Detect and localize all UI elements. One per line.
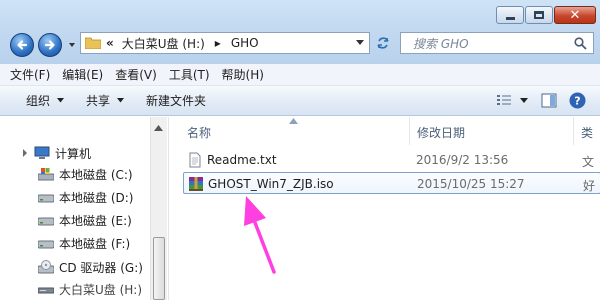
tree-item-label: 大白菜U盘 (H:) <box>59 282 143 297</box>
scroll-up-icon[interactable] <box>154 125 163 131</box>
hard-drive-icon <box>38 194 54 203</box>
file-name: GHOST_Win7_ZJB.iso <box>208 177 334 191</box>
menu-edit[interactable]: 编辑(E) <box>62 66 103 83</box>
hard-drive-icon <box>38 217 54 226</box>
refresh-button[interactable] <box>372 33 394 53</box>
details-view-icon <box>497 94 511 105</box>
navigation-pane: 计算机 本地磁盘 (C:) 本地磁盘 (D:) 本地磁盘 (E:) 本地磁盘 (… <box>0 117 165 300</box>
winrar-archive-icon <box>189 177 203 191</box>
tree-item-label: 计算机 <box>55 146 92 161</box>
tree-item-drive-f[interactable]: 本地磁盘 (F:) <box>38 233 130 253</box>
column-type[interactable]: 类 <box>581 124 593 141</box>
column-name[interactable]: 名称 <box>187 124 211 141</box>
back-button[interactable] <box>10 33 34 57</box>
tree-item-label: 本地磁盘 (D:) <box>59 190 134 205</box>
search-placeholder: 搜索 GHO <box>413 36 469 51</box>
share-label: 共享 <box>86 94 111 108</box>
new-folder-button[interactable]: 新建文件夹 <box>146 92 206 109</box>
recent-pages-dropdown[interactable] <box>68 41 76 49</box>
tree-item-drive-d[interactable]: 本地磁盘 (D:) <box>38 187 133 207</box>
search-input[interactable]: 搜索 GHO <box>400 32 594 54</box>
view-controls: ? <box>484 92 586 109</box>
system-drive-icon <box>38 168 54 181</box>
address-segment-folder[interactable]: GHO <box>231 36 259 50</box>
address-overflow-chevron[interactable]: « <box>106 36 114 50</box>
organize-button[interactable]: 组织 <box>26 92 65 109</box>
menu-tools[interactable]: 工具(T) <box>169 66 210 83</box>
menu-help[interactable]: 帮助(H) <box>222 66 264 83</box>
address-segment-drive[interactable]: 大白菜U盘 (H:) <box>122 35 205 52</box>
tree-item-label: 本地磁盘 (E:) <box>59 213 132 228</box>
file-type: 文 <box>582 155 595 169</box>
file-row-selected[interactable]: GHOST_Win7_ZJB.iso 2015/10/25 15:27 好 <box>183 172 600 194</box>
share-button[interactable]: 共享 <box>86 92 125 109</box>
preview-pane-icon <box>541 93 557 108</box>
window-controls: ✕ <box>495 6 596 24</box>
sort-ascending-icon <box>289 118 298 124</box>
preview-pane-button[interactable] <box>541 93 557 108</box>
hard-drive-icon <box>38 240 54 249</box>
file-name: Readme.txt <box>207 153 277 167</box>
svg-text:?: ? <box>574 95 580 108</box>
text-file-icon <box>189 152 201 168</box>
tree-item-label: CD 驱动器 (G:) <box>59 260 143 275</box>
change-view-button[interactable] <box>496 94 529 108</box>
maximize-icon <box>534 11 544 19</box>
tree-item-drive-g[interactable]: CD 驱动器 (G:) <box>38 257 143 277</box>
navigation-scrollbar[interactable] <box>150 117 167 300</box>
new-folder-label: 新建文件夹 <box>146 94 207 108</box>
refresh-icon <box>377 37 389 49</box>
help-icon: ? <box>569 92 586 109</box>
chevron-down-icon[interactable] <box>520 97 529 104</box>
minimize-icon <box>505 16 515 20</box>
address-bar[interactable]: « 大白菜U盘 (H:) ▸ GHO <box>80 32 370 54</box>
chevron-down-icon <box>117 98 125 103</box>
column-modified[interactable]: 修改日期 <box>417 124 465 141</box>
tree-item-label: 本地磁盘 (F:) <box>59 236 131 251</box>
usb-drive-icon <box>38 287 54 294</box>
file-list-pane: 名称 修改日期 类 Readme.txt 2016/9/2 13:56 文 GH… <box>168 117 600 300</box>
maximize-button[interactable] <box>525 6 553 24</box>
column-divider[interactable] <box>573 117 574 145</box>
scrollbar-thumb[interactable] <box>153 237 165 300</box>
column-headers: 名称 修改日期 类 <box>169 117 600 145</box>
back-arrow-icon <box>17 40 28 50</box>
chevron-down-icon <box>57 98 65 103</box>
chevron-down-icon[interactable] <box>356 40 364 46</box>
tree-item-drive-e[interactable]: 本地磁盘 (E:) <box>38 210 132 230</box>
annotation-arrow-icon <box>244 196 276 274</box>
search-icon[interactable] <box>574 37 587 50</box>
close-button[interactable]: ✕ <box>554 6 596 24</box>
cd-drive-icon <box>38 260 54 274</box>
tree-item-computer[interactable]: 计算机 <box>22 143 91 163</box>
file-modified: 2016/9/2 13:56 <box>416 153 509 167</box>
file-modified: 2015/10/25 15:27 <box>417 177 525 191</box>
menu-file[interactable]: 文件(F) <box>10 66 50 83</box>
file-type: 好 <box>583 179 596 193</box>
close-icon: ✕ <box>569 7 581 23</box>
menu-bar: 文件(F) 编辑(E) 查看(V) 工具(T) 帮助(H) <box>0 64 600 86</box>
expand-arrow-icon[interactable] <box>22 149 28 157</box>
organize-label: 组织 <box>26 94 51 108</box>
command-bar: 组织 共享 新建文件夹 ? <box>0 86 600 116</box>
menu-view[interactable]: 查看(V) <box>115 66 157 83</box>
computer-icon <box>34 146 50 159</box>
window-chrome: ✕ « 大白菜U盘 (H:) ▸ GHO 搜索 GHO <box>0 0 600 64</box>
file-row[interactable]: Readme.txt 2016/9/2 13:56 文 <box>183 149 600 171</box>
minimize-button[interactable] <box>496 6 524 24</box>
address-segment-separator: ▸ <box>214 36 221 50</box>
tree-item-label: 本地磁盘 (C:) <box>59 167 133 182</box>
forward-arrow-icon <box>44 40 55 50</box>
folder-icon <box>85 37 101 49</box>
help-button[interactable]: ? <box>569 92 586 109</box>
column-divider[interactable] <box>409 117 410 145</box>
tree-item-drive-h[interactable]: 大白菜U盘 (H:) <box>38 279 142 299</box>
forward-button[interactable] <box>38 33 62 57</box>
tree-item-drive-c[interactable]: 本地磁盘 (C:) <box>38 164 133 184</box>
